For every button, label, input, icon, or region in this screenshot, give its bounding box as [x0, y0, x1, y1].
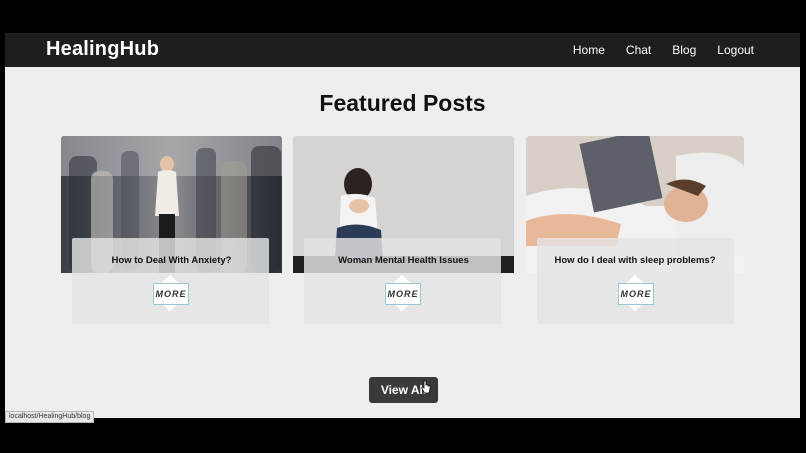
more-button[interactable]: MORE [618, 283, 654, 305]
nav-links: Home Chat Blog Logout [573, 43, 754, 57]
post-title[interactable]: How to Deal With Anxiety? [61, 255, 282, 266]
post-card-woman-health: Woman Mental Health Issues MORE [293, 136, 514, 356]
nav-home[interactable]: Home [573, 43, 605, 57]
post-card-sleep: How do I deal with sleep problems? MORE [526, 136, 744, 356]
nav-logout[interactable]: Logout [717, 43, 754, 57]
more-button-wrap: MORE [383, 274, 421, 312]
nav-chat[interactable]: Chat [626, 43, 651, 57]
page-title: Featured Posts [319, 90, 486, 116]
nav-blog[interactable]: Blog [672, 43, 696, 57]
post-title[interactable]: How do I deal with sleep problems? [526, 255, 744, 266]
post-card-anxiety: How to Deal With Anxiety? MORE [61, 136, 282, 356]
more-button-wrap: MORE [151, 274, 189, 312]
post-title[interactable]: Woman Mental Health Issues [293, 255, 514, 266]
browser-viewport: HealingHub Home Chat Blog Logout Feature… [5, 33, 800, 418]
brand-logo[interactable]: HealingHub [46, 38, 159, 61]
more-button[interactable]: MORE [385, 283, 421, 305]
status-bar-url: localhost/HealingHub/blog [5, 411, 95, 423]
navbar: HealingHub Home Chat Blog Logout [5, 33, 800, 67]
more-button[interactable]: MORE [153, 283, 189, 305]
more-button-wrap: MORE [616, 274, 654, 312]
hand-cursor-icon [421, 380, 431, 394]
